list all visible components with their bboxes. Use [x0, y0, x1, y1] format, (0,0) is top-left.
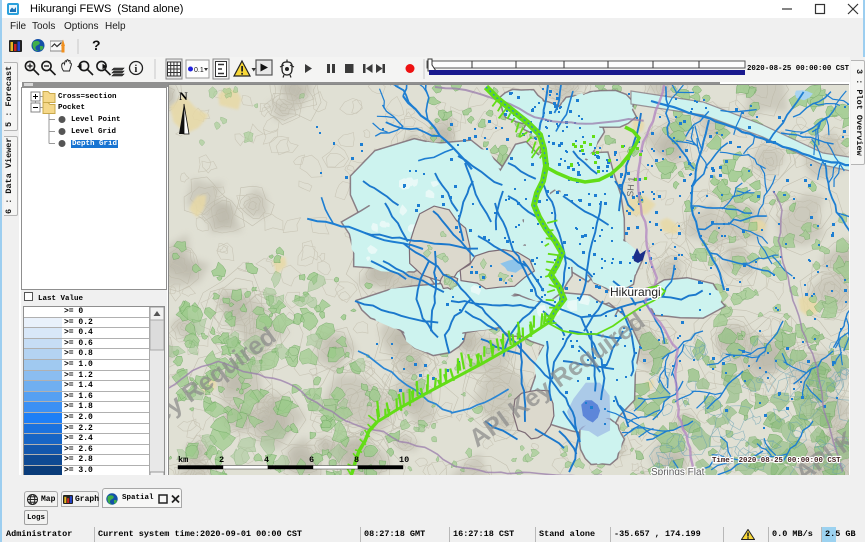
svg-text:0.1: 0.1 — [194, 67, 204, 74]
svg-text:10: 10 — [399, 455, 409, 465]
svg-text:6: 6 — [309, 455, 314, 465]
svg-text:Springs Flat: Springs Flat — [651, 467, 705, 475]
svg-text:4: 4 — [264, 455, 269, 465]
svg-text:Time: 2020-08-25 00:00:00 CST: Time: 2020-08-25 00:00:00 CST — [712, 457, 841, 465]
svg-text:Hikurangi: Hikurangi — [610, 285, 661, 299]
svg-text:km: km — [178, 455, 188, 465]
svg-text:8: 8 — [354, 455, 359, 465]
svg-text:2020-08-25 00:00:00 CST: 2020-08-25 00:00:00 CST — [747, 65, 850, 73]
svg-text:N: N — [179, 89, 188, 103]
svg-text:SH 1: SH 1 — [625, 176, 637, 197]
svg-text:2: 2 — [219, 455, 224, 465]
svg-text:i: i — [135, 64, 138, 75]
